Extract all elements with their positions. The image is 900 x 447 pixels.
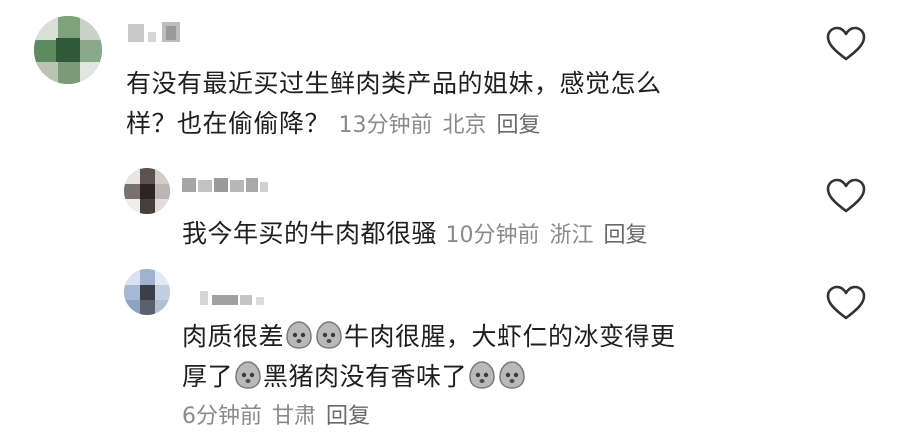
comment-text-line: 肉质很差 牛肉很腥，大虾仁的冰变得更 bbox=[182, 317, 822, 357]
location: 甘肃 bbox=[272, 404, 317, 429]
reply-button[interactable]: 回复 bbox=[496, 113, 540, 138]
comment-text-line: 我今年买的牛肉都很骚 bbox=[182, 219, 438, 248]
comment-text-line: 厚了 黑猪肉没有香味了 bbox=[182, 357, 822, 397]
crying-face-emoji-icon bbox=[499, 361, 525, 389]
crying-face-emoji-icon bbox=[235, 361, 261, 389]
comment-text: 有没有最近买过生鲜肉类产品的姐妹，感觉怎么 样？也在偷偷降？ 13分钟前 北京 回复 bbox=[126, 64, 806, 146]
username-blurred[interactable] bbox=[182, 176, 272, 198]
timestamp: 10分钟前 bbox=[445, 223, 540, 248]
comment-text-segment: 牛肉很腥，大虾仁的冰变得更 bbox=[344, 322, 676, 351]
avatar[interactable] bbox=[124, 168, 170, 214]
heart-outline-icon[interactable] bbox=[826, 178, 866, 214]
comment-item: 有没有最近买过生鲜肉类产品的姐妹，感觉怎么 样？也在偷偷降？ 13分钟前 北京 回复 bbox=[0, 0, 900, 150]
comment-text-continued: 样？也在偷偷降？ bbox=[126, 109, 331, 138]
avatar[interactable] bbox=[124, 269, 170, 315]
comment-text-segment: 黑猪肉没有香味了 bbox=[263, 362, 468, 391]
comment-meta: 13分钟前 北京 回复 bbox=[338, 113, 550, 138]
crying-face-emoji-icon bbox=[316, 321, 342, 349]
comment-meta: 10分钟前 浙江 回复 bbox=[445, 223, 657, 248]
heart-outline-icon[interactable] bbox=[826, 285, 866, 321]
location: 浙江 bbox=[549, 223, 594, 248]
timestamp: 6分钟前 bbox=[182, 404, 262, 429]
reply-button[interactable]: 回复 bbox=[603, 223, 647, 248]
reply-item: 我今年买的牛肉都很骚 10分钟前 浙江 回复 bbox=[0, 160, 900, 260]
comment-text-line: 样？也在偷偷降？ 13分钟前 北京 回复 bbox=[126, 104, 806, 146]
username-blurred[interactable] bbox=[182, 289, 272, 311]
avatar[interactable] bbox=[34, 16, 102, 84]
reply-item: 肉质很差 牛肉很腥，大虾仁的冰变得更 厚了 黑猪肉没有香味了 6分钟前 甘肃 回复 bbox=[0, 265, 900, 447]
comment-text-line: 有没有最近买过生鲜肉类产品的姐妹，感觉怎么 bbox=[126, 69, 662, 98]
timestamp: 13分钟前 bbox=[338, 113, 433, 138]
crying-face-emoji-icon bbox=[286, 321, 312, 349]
comment-text-segment: 厚了 bbox=[182, 362, 234, 391]
reply-button[interactable]: 回复 bbox=[326, 404, 370, 429]
comment-text: 肉质很差 牛肉很腥，大虾仁的冰变得更 厚了 黑猪肉没有香味了 6分钟前 甘肃 回复 bbox=[182, 317, 822, 435]
comment-meta: 6分钟前 甘肃 回复 bbox=[182, 399, 822, 435]
comment-text: 我今年买的牛肉都很骚 10分钟前 浙江 回复 bbox=[182, 214, 822, 256]
crying-face-emoji-icon bbox=[469, 361, 495, 389]
username-blurred[interactable] bbox=[126, 22, 186, 44]
heart-outline-icon[interactable] bbox=[826, 26, 866, 62]
location: 北京 bbox=[442, 113, 487, 138]
comment-text-segment: 肉质很差 bbox=[182, 322, 285, 351]
